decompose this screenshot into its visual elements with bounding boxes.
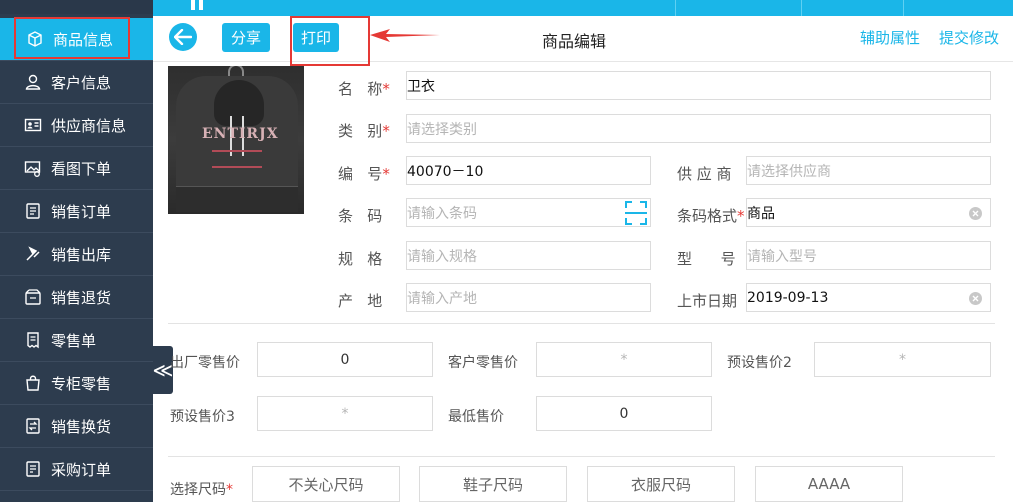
back-arrow-icon bbox=[174, 29, 192, 45]
customer-retail-price-label: 客户零售价 bbox=[448, 355, 518, 371]
purchase-icon bbox=[24, 460, 42, 478]
size-option-aaaa[interactable]: AAAA bbox=[755, 466, 903, 502]
origin-field[interactable]: 请输入产地 bbox=[406, 283, 651, 312]
customer-retail-price-field[interactable]: * bbox=[536, 342, 712, 377]
name-field[interactable]: 卫衣 bbox=[406, 71, 991, 100]
sidebar-item-label: 供应商信息 bbox=[51, 116, 127, 135]
spec-label: 规 格 bbox=[338, 250, 383, 268]
sidebar-item-label: 销售订单 bbox=[51, 202, 112, 221]
sidebar-item-label: 销售出库 bbox=[51, 245, 112, 264]
highlight-box-product-info bbox=[14, 17, 130, 59]
spec-field[interactable]: 请输入规格 bbox=[406, 241, 651, 270]
section-divider bbox=[168, 323, 995, 324]
sidebar-item-retail[interactable]: 零售单 bbox=[0, 319, 153, 362]
preset-price-3-label: 预设售价3 bbox=[170, 409, 235, 425]
sidebar: 商品信息 客户信息 供应商信息 看图下单 销售订单 销售出库 销售退货 零售单 … bbox=[0, 0, 153, 502]
hoodie-hood bbox=[214, 80, 264, 126]
model-field[interactable]: 请输入型号 bbox=[746, 241, 991, 270]
sidebar-item-label: 零售单 bbox=[51, 331, 97, 350]
highlight-box-print bbox=[290, 16, 370, 66]
section-divider bbox=[168, 456, 995, 457]
sidebar-item-customer-info[interactable]: 客户信息 bbox=[0, 61, 153, 104]
exchange-icon bbox=[24, 417, 42, 435]
barcode-format-field[interactable]: 商品 bbox=[746, 198, 991, 227]
sidebar-item-supplier-info[interactable]: 供应商信息 bbox=[0, 104, 153, 147]
supplier-label: 供 应 商 bbox=[677, 165, 732, 183]
size-option-clothes[interactable]: 衣服尺码 bbox=[587, 466, 735, 502]
factory-retail-price-field[interactable]: 0 bbox=[257, 342, 433, 377]
clear-icon[interactable] bbox=[969, 207, 982, 220]
preset-price-2-field[interactable]: * bbox=[814, 342, 991, 377]
size-option-shoes[interactable]: 鞋子尺码 bbox=[419, 466, 567, 502]
sidebar-item-label: 采购订单 bbox=[51, 460, 112, 479]
share-button[interactable]: 分享 bbox=[222, 23, 270, 52]
toolbar: 分享 打印 商品编辑 辅助属性 提交修改 bbox=[153, 16, 1013, 62]
return-icon bbox=[24, 288, 42, 306]
sidebar-item-sales-exchange[interactable]: 销售换货 bbox=[0, 405, 153, 448]
sidebar-item-label: 专柜零售 bbox=[51, 374, 112, 393]
barcode-label: 条 码 bbox=[338, 207, 383, 225]
barcode-format-label: 条码格式* bbox=[677, 207, 745, 225]
sidebar-item-sales-order[interactable]: 销售订单 bbox=[0, 190, 153, 233]
aux-attributes-link[interactable]: 辅助属性 bbox=[860, 27, 920, 48]
bag-icon bbox=[24, 374, 42, 392]
sidebar-item-label: 看图下单 bbox=[51, 159, 112, 178]
sidebar-item-image-order[interactable]: 看图下单 bbox=[0, 147, 153, 190]
factory-retail-price-label: 出厂零售价 bbox=[170, 355, 240, 371]
submit-changes-link[interactable]: 提交修改 bbox=[939, 27, 999, 48]
product-image[interactable]: ENTIRJX bbox=[168, 66, 304, 214]
top-header-band bbox=[153, 0, 1013, 16]
name-label: 名 称* bbox=[338, 80, 390, 98]
image-cart-icon bbox=[24, 159, 42, 177]
model-label: 型 号 bbox=[677, 250, 736, 268]
sidebar-top-strip bbox=[0, 0, 153, 14]
category-label: 类 别* bbox=[338, 122, 390, 140]
min-price-label: 最低售价 bbox=[448, 409, 504, 425]
preset-price-2-label: 预设售价2 bbox=[727, 355, 792, 371]
receipt-icon bbox=[24, 331, 42, 349]
person-icon bbox=[24, 73, 42, 91]
category-field[interactable]: 请选择类别 bbox=[406, 114, 991, 143]
barcode-field[interactable]: 请输入条码 bbox=[406, 198, 651, 227]
code-field[interactable]: 40070－10 bbox=[406, 156, 651, 185]
launch-date-label: 上市日期 bbox=[677, 292, 738, 310]
clear-icon[interactable] bbox=[969, 292, 982, 305]
sidebar-item-sales-return[interactable]: 销售退货 bbox=[0, 276, 153, 319]
size-select-label: 选择尺码* bbox=[170, 482, 233, 498]
launch-date-field[interactable]: 2019-09-13 bbox=[746, 283, 991, 312]
supplier-field[interactable]: 请选择供应商 bbox=[746, 156, 991, 185]
hoodie-body: ENTIRJX bbox=[176, 76, 298, 212]
hoodie-hem bbox=[176, 186, 298, 212]
code-label: 编 号* bbox=[338, 165, 390, 183]
origin-label: 产 地 bbox=[338, 292, 383, 310]
order-icon bbox=[24, 202, 42, 220]
back-button[interactable] bbox=[169, 23, 197, 51]
outbound-icon bbox=[24, 245, 42, 263]
size-option-none[interactable]: 不关心尺码 bbox=[252, 466, 400, 502]
sidebar-item-label: 销售换货 bbox=[51, 417, 112, 436]
annotation-arrow bbox=[370, 29, 440, 42]
page-title: 商品编辑 bbox=[542, 32, 607, 51]
sidebar-item-sales-outbound[interactable]: 销售出库 bbox=[0, 233, 153, 276]
min-price-field[interactable]: 0 bbox=[536, 396, 712, 431]
scan-icon[interactable] bbox=[624, 199, 648, 227]
preset-price-3-field[interactable]: * bbox=[257, 396, 433, 431]
sidebar-item-label: 客户信息 bbox=[51, 73, 112, 92]
hoodie-print-graphic bbox=[212, 150, 262, 168]
hoodie-print-text: ENTIRJX bbox=[202, 126, 279, 142]
id-card-icon bbox=[24, 116, 42, 134]
sidebar-item-counter-retail[interactable]: 专柜零售 bbox=[0, 362, 153, 405]
sidebar-item-purchase-order[interactable]: 采购订单 bbox=[0, 448, 153, 491]
sidebar-item-label: 销售退货 bbox=[51, 288, 112, 307]
